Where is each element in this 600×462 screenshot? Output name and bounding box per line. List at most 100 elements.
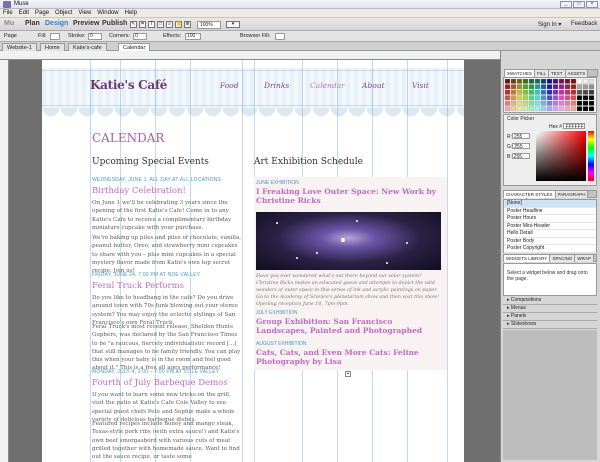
rectangle-tool-icon[interactable]: □ (157, 21, 164, 28)
crop-tool-icon[interactable]: ⌗ (139, 21, 146, 28)
color-swatch[interactable] (558, 100, 565, 106)
fill-swatch[interactable] (50, 33, 60, 40)
close-button[interactable]: × (586, 1, 598, 8)
color-swatch[interactable] (534, 100, 541, 106)
color-swatch[interactable] (534, 106, 541, 112)
tab-calendar[interactable]: Calendar (118, 43, 151, 51)
color-swatch[interactable] (504, 89, 511, 95)
space-painting-image[interactable] (256, 212, 441, 270)
color-swatch[interactable] (540, 89, 547, 95)
event-title[interactable]: Feral Truck Performs (92, 281, 184, 291)
color-swatch[interactable] (522, 95, 529, 101)
color-swatch[interactable] (522, 89, 529, 95)
color-swatch[interactable] (522, 100, 529, 106)
view-options-icon[interactable]: ▾ (226, 21, 240, 28)
zoom-tool-icon[interactable]: ⌕ (166, 21, 173, 28)
color-swatch[interactable] (510, 78, 517, 84)
g-input[interactable]: 255 (512, 143, 531, 150)
tab-swatches[interactable]: SWATCHES (505, 70, 536, 77)
color-swatch[interactable] (570, 95, 577, 101)
tab-home[interactable]: Home (40, 43, 65, 51)
color-swatch[interactable] (552, 78, 559, 84)
color-swatch[interactable] (582, 95, 589, 101)
selection-tool-icon[interactable]: ↖ (130, 21, 137, 28)
resize-handle-icon[interactable]: + (345, 371, 351, 377)
widget-group-slideshows[interactable]: ▸ Slideshows (503, 321, 597, 329)
minimize-button[interactable]: _ (560, 1, 572, 8)
color-swatch[interactable] (516, 95, 523, 101)
zoom-select[interactable]: 100% (197, 21, 221, 29)
design-mode-button[interactable]: Design (45, 20, 68, 27)
color-swatch[interactable] (504, 95, 511, 101)
color-swatch[interactable] (588, 84, 595, 90)
r-field[interactable]: R: 255 (507, 133, 533, 140)
color-swatch[interactable] (540, 100, 547, 106)
text-tool-icon[interactable]: T (148, 21, 155, 28)
color-swatch[interactable] (540, 78, 547, 84)
tab-wrap[interactable]: WRAP (575, 255, 594, 262)
color-swatch[interactable] (588, 95, 595, 101)
color-swatch[interactable] (570, 106, 577, 112)
color-swatch[interactable] (570, 89, 577, 95)
color-swatch[interactable] (516, 84, 523, 90)
preview-mode-button[interactable]: Preview (73, 20, 99, 27)
color-swatch[interactable] (540, 84, 547, 90)
color-swatch[interactable] (576, 100, 583, 106)
hex-field[interactable]: Hex # FFFFFF (549, 123, 586, 130)
color-swatch[interactable] (576, 84, 583, 90)
color-swatch[interactable] (564, 100, 571, 106)
color-swatch[interactable] (564, 84, 571, 90)
color-swatch[interactable] (576, 95, 583, 101)
style-item[interactable]: Poster Hours (504, 215, 596, 223)
color-swatch[interactable] (504, 78, 511, 84)
color-swatch[interactable] (534, 84, 541, 90)
color-swatch[interactable] (576, 89, 583, 95)
color-swatch[interactable] (522, 78, 529, 84)
color-swatch[interactable] (510, 106, 517, 112)
style-item[interactable]: Poster Headline (504, 208, 596, 215)
style-item[interactable]: Poster Copyright (504, 245, 596, 253)
tab-character-styles[interactable]: CHARACTER STYLES (504, 191, 556, 198)
color-swatch[interactable] (510, 84, 517, 90)
color-swatch[interactable] (582, 78, 589, 84)
sign-in-link[interactable]: Sign In ▾ (538, 21, 561, 28)
nav-about[interactable]: About (362, 81, 385, 90)
color-swatch[interactable] (564, 78, 571, 84)
nav-food[interactable]: Food (220, 81, 239, 90)
color-swatch[interactable] (582, 84, 589, 90)
event-title[interactable]: Fourth of July Barbeque Demos (92, 378, 228, 388)
page-artboard[interactable]: Katie's Café Food Drinks Calendar About … (42, 60, 464, 462)
color-swatch[interactable] (558, 84, 565, 90)
tab-widgets-library[interactable]: WIDGETS LIBRARY (504, 255, 551, 262)
tab-fill[interactable]: FILL (535, 70, 550, 77)
exhibition-title[interactable]: Cats, Cats, and Even More Cats: Feline P… (256, 348, 441, 366)
color-swatch[interactable] (552, 84, 559, 90)
stroke-input[interactable]: 0 (88, 33, 102, 40)
color-swatch[interactable] (582, 89, 589, 95)
event-title[interactable]: Birthday Celebration! (92, 186, 186, 196)
color-swatch[interactable] (546, 100, 553, 106)
menu-object[interactable]: Object (52, 9, 75, 16)
widget-group-menus[interactable]: ▸ Menus (503, 305, 597, 313)
color-swatch[interactable] (528, 84, 535, 90)
color-swatch[interactable] (510, 89, 517, 95)
color-swatch[interactable] (522, 84, 529, 90)
nav-calendar[interactable]: Calendar (310, 81, 345, 90)
tab-katies-cafe[interactable]: Katie's-cafe (68, 43, 107, 51)
b-field[interactable]: B: 255 (507, 153, 533, 160)
menu-page[interactable]: Page (32, 9, 52, 16)
color-swatch[interactable] (576, 78, 583, 84)
color-swatch[interactable] (528, 95, 535, 101)
style-item[interactable]: Poster Mini-Header (504, 223, 596, 230)
color-swatch[interactable] (510, 100, 517, 106)
color-swatch[interactable] (528, 106, 535, 112)
hex-input[interactable]: FFFFFF (563, 123, 586, 130)
color-swatch[interactable] (528, 89, 535, 95)
menu-help[interactable]: Help (122, 9, 140, 16)
color-swatch[interactable] (516, 106, 523, 112)
color-swatch[interactable] (552, 106, 559, 112)
hue-slider[interactable] (588, 131, 594, 181)
menu-file[interactable]: File (0, 9, 16, 16)
menu-view[interactable]: View (75, 9, 94, 16)
color-swatch[interactable] (546, 106, 553, 112)
